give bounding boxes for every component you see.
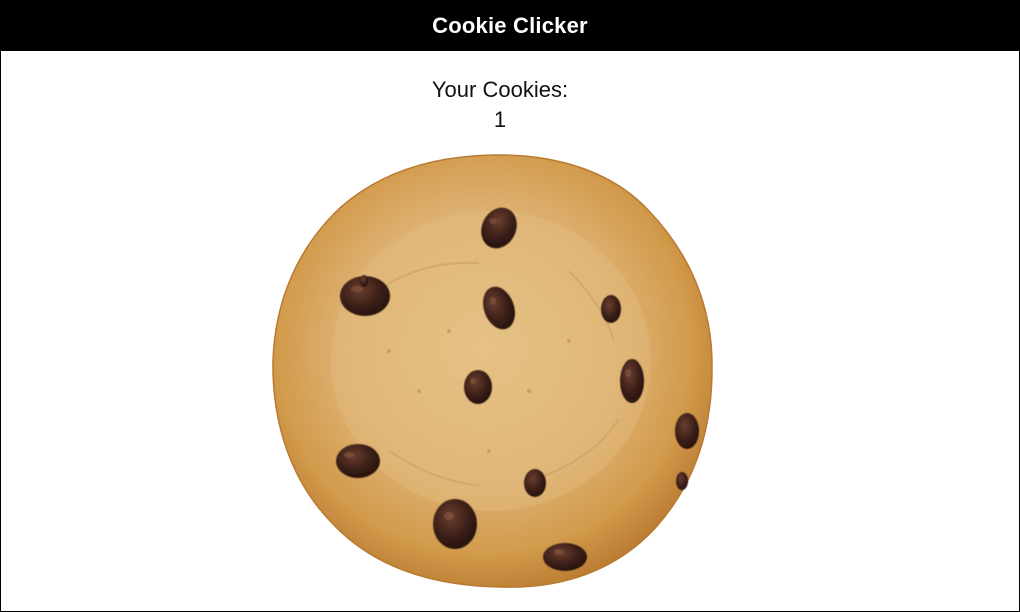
cookie-counter: Your Cookies: 1 bbox=[1, 75, 999, 135]
cookie-count-label: Your Cookies: bbox=[431, 77, 569, 102]
page-title: Cookie Clicker bbox=[432, 13, 588, 38]
game-window: Cookie Clicker Your Cookies: 1 bbox=[0, 0, 1020, 612]
chocolate-chip-cookie-icon bbox=[272, 154, 713, 588]
cookie-count-value: 1 bbox=[493, 107, 507, 132]
cookie-button[interactable] bbox=[269, 151, 717, 591]
title-bar: Cookie Clicker bbox=[1, 1, 1019, 51]
